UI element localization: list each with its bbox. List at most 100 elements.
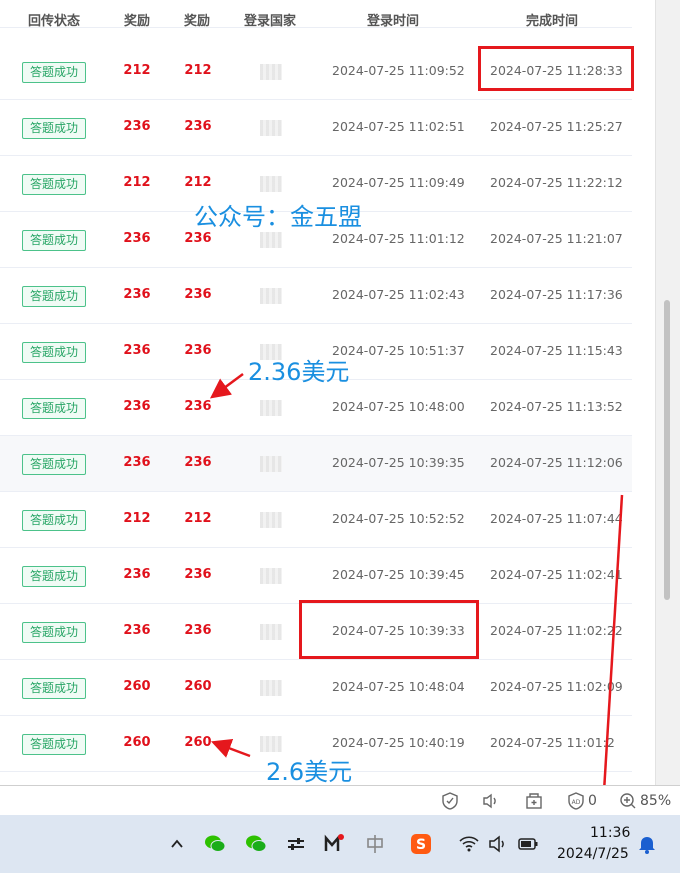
status-tag: 答题成功 <box>22 286 86 307</box>
status-tag: 答题成功 <box>22 510 86 531</box>
adblock-count: 0 <box>588 793 597 809</box>
notification-bell-icon[interactable] <box>636 833 658 855</box>
wifi-icon[interactable] <box>458 833 480 855</box>
reward-cell: 212 <box>123 175 151 190</box>
header-reward-2[interactable]: 奖励 <box>184 10 210 29</box>
app-m-icon[interactable] <box>323 833 345 855</box>
header-login-country[interactable]: 登录国家 <box>244 10 296 29</box>
battery-icon[interactable] <box>517 833 539 855</box>
finish-time-cell: 2024-07-25 11:01:2 <box>490 735 615 750</box>
login-country-redacted <box>260 64 282 80</box>
status-tag: 答题成功 <box>22 230 86 251</box>
reward-cell: 260 <box>123 735 151 750</box>
reward-cell-2: 212 <box>184 511 212 526</box>
taskbar: S 11:36 2024/7/25 <box>0 815 680 873</box>
table-row[interactable]: 答题成功 236 236 2024-07-25 10:48:00 2024-07-25 … <box>0 380 632 436</box>
reward-cell-2: 212 <box>184 63 212 78</box>
table-row[interactable]: 答题成功 236 236 2024-07-25 10:39:45 2024-07-25 … <box>0 548 632 604</box>
login-country-redacted <box>260 512 282 528</box>
vertical-scrollbar[interactable] <box>655 0 680 785</box>
finish-time-cell: 2024-07-25 11:02:41 <box>490 567 623 582</box>
status-tag: 答题成功 <box>22 622 86 643</box>
clock-time[interactable]: 11:36 <box>590 825 630 841</box>
zoom-level[interactable]: 85% <box>640 793 671 809</box>
status-tag: 答题成功 <box>22 118 86 139</box>
settings-toggle-icon[interactable] <box>285 833 307 855</box>
header-status[interactable]: 回传状态 <box>28 10 80 29</box>
login-country-redacted <box>260 624 282 640</box>
screen: 回传状态 奖励 奖励 登录国家 登录时间 完成时间 答题成功 212 212 2024… <box>0 0 680 873</box>
volume-icon[interactable] <box>487 833 509 855</box>
finish-time-cell: 2024-07-25 11:02:22 <box>490 623 623 638</box>
browser-status-bar: AD 0 85% <box>0 785 680 815</box>
svg-text:AD: AD <box>572 799 581 806</box>
table-header: 回传状态 奖励 奖励 登录国家 登录时间 完成时间 <box>0 0 632 29</box>
reward-cell-2: 236 <box>184 343 212 358</box>
login-time-cell: 2024-07-25 11:09:49 <box>332 175 465 190</box>
reward-cell: 236 <box>123 567 151 582</box>
status-tag: 答题成功 <box>22 342 86 363</box>
highlight-box-login-time <box>299 600 479 659</box>
clock-date[interactable]: 2024/7/25 <box>557 846 629 862</box>
login-country-redacted <box>260 120 282 136</box>
svg-text:S: S <box>416 837 426 853</box>
reward-cell: 260 <box>123 679 151 694</box>
reward-cell: 236 <box>123 455 151 470</box>
login-country-redacted <box>260 176 282 192</box>
reward-cell-2: 260 <box>184 679 212 694</box>
shield-check-icon[interactable] <box>441 792 459 810</box>
table-row[interactable]: 答题成功 212 212 2024-07-25 10:52:52 2024-07-25 … <box>0 492 632 548</box>
annotation-260-usd: 2.6美元 <box>266 758 353 786</box>
table-row[interactable]: 答题成功 236 236 2024-07-25 11:02:51 2024-07-25 … <box>0 100 632 156</box>
reward-cell: 236 <box>123 119 151 134</box>
login-country-redacted <box>260 232 282 248</box>
header-finish-time[interactable]: 完成时间 <box>526 10 578 29</box>
scrollbar-thumb[interactable] <box>664 300 670 600</box>
add-tab-icon[interactable] <box>525 792 543 810</box>
header-reward-1[interactable]: 奖励 <box>124 10 150 29</box>
login-time-cell: 2024-07-25 10:51:37 <box>332 343 465 358</box>
login-time-cell: 2024-07-25 10:52:52 <box>332 511 465 526</box>
reward-cell: 236 <box>123 623 151 638</box>
finish-time-cell: 2024-07-25 11:25:27 <box>490 119 623 134</box>
login-time-cell: 2024-07-25 10:48:04 <box>332 679 465 694</box>
adblock-icon[interactable]: AD <box>567 792 585 810</box>
reward-cell-2: 212 <box>184 175 212 190</box>
reward-cell: 236 <box>123 399 151 414</box>
login-time-cell: 2024-07-25 10:39:45 <box>332 567 465 582</box>
login-time-cell: 2024-07-25 11:02:51 <box>332 119 465 134</box>
table-row[interactable]: 答题成功 236 236 2024-07-25 11:02:43 2024-07-25 … <box>0 268 632 324</box>
reward-cell-2: 260 <box>184 735 212 750</box>
header-login-time[interactable]: 登录时间 <box>367 10 419 29</box>
wechat-icon-2[interactable] <box>245 833 267 855</box>
reward-cell: 236 <box>123 343 151 358</box>
login-country-redacted <box>260 400 282 416</box>
finish-time-cell: 2024-07-25 11:02:09 <box>490 679 623 694</box>
finish-time-cell: 2024-07-25 11:17:36 <box>490 287 623 302</box>
ime-zhong-icon[interactable] <box>364 833 386 855</box>
zoom-in-icon[interactable] <box>619 792 637 810</box>
finish-time-cell: 2024-07-25 11:21:07 <box>490 231 623 246</box>
wechat-icon[interactable] <box>204 833 226 855</box>
reward-cell-2: 236 <box>184 287 212 302</box>
annotation-236-usd: 2.36美元 <box>248 358 350 386</box>
chevron-up-icon[interactable] <box>166 833 188 855</box>
status-tag: 答题成功 <box>22 174 86 195</box>
watermark-text: 公众号：金五盟 <box>194 203 362 231</box>
table-row[interactable]: 答题成功 260 260 2024-07-25 10:48:04 2024-07-25 … <box>0 660 632 716</box>
login-time-cell: 2024-07-25 10:39:35 <box>332 455 465 470</box>
table-row[interactable]: 答题成功 236 236 2024-07-25 10:39:35 2024-07-25 … <box>0 436 632 492</box>
reward-cell-2: 236 <box>184 455 212 470</box>
read-aloud-icon[interactable] <box>481 792 499 810</box>
login-country-redacted <box>260 568 282 584</box>
reward-cell: 212 <box>123 63 151 78</box>
reward-cell-2: 236 <box>184 623 212 638</box>
login-country-redacted <box>260 288 282 304</box>
finish-time-cell: 2024-07-25 11:12:06 <box>490 455 623 470</box>
login-time-cell: 2024-07-25 10:40:19 <box>332 735 465 750</box>
reward-cell-2: 236 <box>184 399 212 414</box>
login-country-redacted <box>260 680 282 696</box>
sogou-icon[interactable]: S <box>410 833 432 855</box>
reward-cell-2: 236 <box>184 119 212 134</box>
login-time-cell: 2024-07-25 10:48:00 <box>332 399 465 414</box>
